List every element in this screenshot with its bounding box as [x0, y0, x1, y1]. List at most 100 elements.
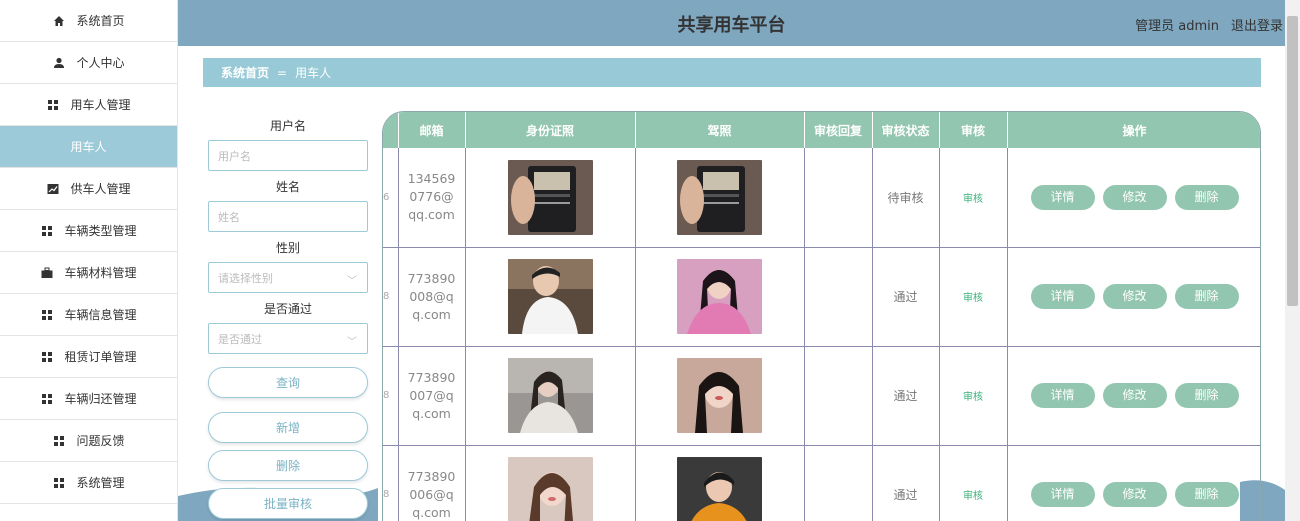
cell-reply [804, 247, 873, 347]
sidebar-item-label: 租赁订单管理 [64, 350, 137, 364]
cell-cut: 8 [383, 445, 399, 521]
sidebar-item-label: 个人中心 [76, 56, 125, 70]
license-image [677, 457, 762, 521]
pass-select[interactable]: 是否通过 ﹀ [208, 323, 368, 354]
edit-button[interactable]: 修改 [1102, 184, 1167, 210]
cell-reply [804, 148, 873, 248]
sidebar: 系统首页 个人中心 用车人管理 用车人 供车人管理 车辆类型管理 车辆材料管理 … [0, 0, 178, 521]
add-button[interactable]: 新增 [208, 412, 368, 443]
sidebar-item-driver-mgmt[interactable]: 用车人管理 [0, 84, 177, 126]
detail-button[interactable]: 详情 [1030, 482, 1095, 507]
cell-reply [804, 445, 873, 521]
chevron-down-icon: ﹀ [347, 276, 357, 287]
id-photo-image [507, 457, 593, 521]
pass-label: 是否通过 [263, 302, 312, 316]
table-row: 8 773890006@qq.com 通过 审核 详情 修改 删除 [383, 445, 1260, 521]
sidebar-item-home[interactable]: 系统首页 [0, 0, 177, 42]
license-image [677, 358, 762, 433]
detail-button[interactable]: 详情 [1030, 383, 1095, 408]
sidebar-item-vehicle-type[interactable]: 车辆类型管理 [0, 210, 177, 252]
audit-link[interactable]: 审核 [963, 293, 983, 304]
sidebar-item-profile[interactable]: 个人中心 [0, 42, 177, 84]
license-image [677, 159, 762, 235]
cell-ops: 详情 修改 删除 [1007, 148, 1260, 248]
cell-ops: 详情 修改 删除 [1007, 346, 1260, 446]
sidebar-item-rental-order[interactable]: 租赁订单管理 [0, 336, 177, 378]
username-input[interactable]: 用户名 [208, 140, 368, 171]
breadcrumb-current: 用车人 [295, 66, 332, 80]
cell-audit: 审核 [939, 148, 1008, 248]
detail-button[interactable]: 详情 [1030, 184, 1095, 210]
sidebar-item-driver[interactable]: 用车人 [0, 126, 177, 168]
data-table: 邮箱 身份证照 驾照 审核回复 审核状态 审核 操作 6 1345690776@… [382, 111, 1261, 521]
scrollbar-thumb[interactable] [1287, 16, 1298, 306]
row-delete-button[interactable]: 删除 [1174, 284, 1239, 309]
grid-icon [52, 477, 66, 489]
current-user: 管理员 admin [1135, 19, 1219, 34]
grid-icon [40, 351, 54, 363]
cell-ops: 详情 修改 删除 [1007, 247, 1260, 347]
cell-ops: 详情 修改 删除 [1007, 445, 1260, 521]
batch-audit-button[interactable]: 批量审核 [208, 488, 368, 519]
audit-link[interactable]: 审核 [963, 194, 983, 205]
edit-button[interactable]: 修改 [1102, 383, 1167, 408]
row-delete-button[interactable]: 删除 [1174, 184, 1239, 210]
id-photo-image [507, 159, 593, 235]
cell-id-photo [465, 445, 636, 521]
user-icon [52, 57, 66, 69]
edit-button[interactable]: 修改 [1102, 482, 1167, 507]
cell-status: 通过 [872, 445, 940, 521]
cell-id-photo [465, 148, 636, 248]
name-input[interactable]: 姓名 [208, 201, 368, 232]
grid-icon [40, 309, 54, 321]
sidebar-item-label: 供车人管理 [70, 182, 131, 196]
audit-link[interactable]: 审核 [963, 491, 983, 502]
gender-select[interactable]: 请选择性别 ﹀ [208, 262, 368, 293]
row-delete-button[interactable]: 删除 [1174, 482, 1239, 507]
row-delete-button[interactable]: 删除 [1174, 383, 1239, 408]
grid-icon [40, 225, 54, 237]
cell-email: 773890006@qq.com [398, 445, 466, 521]
sidebar-item-vehicle-material[interactable]: 车辆材料管理 [0, 252, 177, 294]
cell-status: 通过 [872, 247, 940, 347]
cell-audit: 审核 [939, 346, 1008, 446]
gender-placeholder: 请选择性别 [218, 271, 273, 285]
cell-email: 773890007@qq.com [398, 346, 466, 446]
cell-status: 待审核 [872, 148, 940, 248]
grid-icon [46, 99, 60, 111]
cell-audit: 审核 [939, 247, 1008, 347]
sidebar-item-label: 问题反馈 [76, 434, 125, 448]
delete-button[interactable]: 删除 [208, 450, 368, 481]
sidebar-item-feedback[interactable]: 问题反馈 [0, 420, 177, 462]
sidebar-item-vehicle-info[interactable]: 车辆信息管理 [0, 294, 177, 336]
name-label: 姓名 [275, 180, 300, 194]
cell-audit: 审核 [939, 445, 1008, 521]
col-header-reply: 审核回复 [804, 112, 873, 148]
col-header-id-photo: 身份证照 [465, 112, 636, 148]
table-row: 8 773890007@qq.com 通过 审核 详情 修改 删除 [383, 346, 1260, 446]
sidebar-item-vehicle-return[interactable]: 车辆归还管理 [0, 378, 177, 420]
sidebar-item-provider-mgmt[interactable]: 供车人管理 [0, 168, 177, 210]
name-placeholder: 姓名 [218, 210, 240, 224]
edit-button[interactable]: 修改 [1102, 284, 1167, 309]
query-button[interactable]: 查询 [208, 367, 368, 398]
col-header-audit: 审核 [939, 112, 1008, 148]
gender-label: 性别 [275, 241, 300, 255]
logout-link[interactable]: 退出登录 [1231, 15, 1283, 34]
detail-button[interactable]: 详情 [1030, 284, 1095, 309]
id-photo-image [507, 259, 593, 334]
table-row: 6 1345690776@qq.com 待审核 审核 详情 修改 删除 [383, 148, 1260, 248]
id-photo-image [507, 358, 593, 433]
sidebar-item-label: 用车人管理 [70, 98, 131, 112]
chevron-down-icon: ﹀ [347, 337, 357, 348]
sidebar-item-label: 用车人 [70, 140, 107, 154]
cell-cut: 6 [383, 148, 399, 248]
cell-cut: 8 [383, 346, 399, 446]
audit-link[interactable]: 审核 [963, 392, 983, 403]
cell-email: 1345690776@qq.com [398, 148, 466, 248]
page-scrollbar[interactable] [1285, 0, 1300, 521]
breadcrumb-home[interactable]: 系统首页 [221, 64, 269, 81]
sidebar-item-system[interactable]: 系统管理 [0, 462, 177, 504]
col-header-status: 审核状态 [872, 112, 940, 148]
pass-placeholder: 是否通过 [218, 332, 262, 346]
